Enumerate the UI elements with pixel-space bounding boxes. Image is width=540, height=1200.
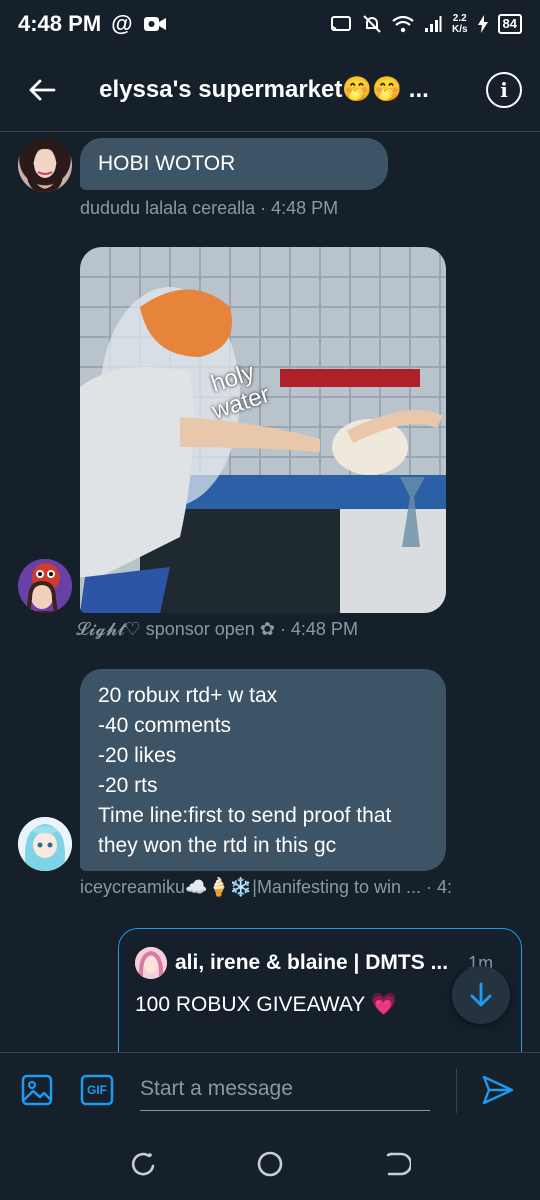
home-circle-icon [257, 1151, 283, 1177]
message-bubble[interactable]: HOBI WOTOR [80, 138, 388, 190]
network-speed: 2.2 K/s [452, 13, 468, 35]
info-button[interactable]: i [486, 71, 522, 108]
avatar[interactable] [18, 559, 72, 613]
back-button[interactable] [0, 48, 84, 132]
status-time: 4:48 PM [18, 11, 102, 36]
add-gif-button[interactable]: GIF [80, 1073, 114, 1107]
composer-divider [456, 1069, 457, 1113]
shared-tweet-author: ali, irene & blaine | DMTS ... [175, 951, 449, 974]
battery-level: 84 [497, 14, 522, 34]
at-icon: @ [111, 11, 133, 36]
status-bar: 4:48 PM @ 2.2 K/s 84 [0, 0, 540, 48]
recents-button[interactable] [123, 1144, 163, 1184]
avatar[interactable] [18, 817, 72, 871]
recents-icon [132, 1152, 155, 1176]
message-input[interactable] [140, 1067, 430, 1111]
message-meta: dududu lalala cerealla · 4:48 PM [80, 198, 339, 218]
message-meta: 𝓛𝓲𝓰𝓱𝓽♡ sponsor open ✿ · 4:48 PM [76, 619, 358, 639]
wifi-icon [392, 15, 414, 33]
image-icon [21, 1074, 53, 1106]
message-list[interactable]: HOBI WOTOR dududu lalala cerealla · 4:48… [0, 132, 540, 1052]
shared-tweet-text: 100 ROBUX GIVEAWAY 💗 [135, 993, 397, 1016]
add-photo-button[interactable] [20, 1073, 54, 1107]
scroll-to-bottom-button[interactable] [452, 966, 510, 1024]
message-line: Time line:first to send proof that [98, 804, 392, 827]
info-icon: i [500, 77, 508, 102]
avatar[interactable] [18, 138, 72, 192]
message-line: -20 likes [98, 744, 177, 767]
arrow-down-icon [470, 982, 492, 1007]
video-camera-icon [143, 15, 167, 33]
charging-icon [477, 15, 488, 33]
avatar [135, 947, 167, 979]
message-image[interactable]: holy water [80, 247, 446, 613]
message-composer: GIF [0, 1052, 540, 1128]
bell-muted-icon [362, 14, 382, 34]
conversation-title[interactable]: elyssa's supermarket🤭🤭 ... [84, 75, 444, 104]
system-nav-bar [0, 1128, 540, 1200]
speed-value: 2.2 [452, 13, 467, 24]
message-line: they won the rtd in this gc [98, 834, 337, 857]
signal-icon [424, 15, 442, 33]
arrow-left-icon [29, 79, 56, 100]
send-icon [482, 1075, 514, 1105]
home-button[interactable] [250, 1144, 290, 1184]
message-line: -40 comments [98, 714, 232, 737]
cast-icon [330, 15, 352, 33]
message-line: -20 rts [98, 774, 158, 797]
send-button[interactable] [480, 1073, 516, 1107]
back-nav-button[interactable] [377, 1144, 417, 1184]
speed-unit: K/s [451, 24, 468, 35]
message-line: 20 robux rtd+ w tax [98, 684, 278, 707]
gif-label: GIF [87, 1083, 107, 1097]
shared-tweet-header: ali, irene & blaine | DMTS ... 1m [135, 947, 505, 979]
message-text: HOBI WOTOR [98, 152, 236, 175]
message-meta: iceycreamiku☁️🍦❄️|Manifesting to win ...… [80, 877, 453, 897]
message-bubble[interactable]: 20 robux rtd+ w tax -40 comments -20 lik… [80, 669, 446, 871]
back-nav-icon [386, 1152, 411, 1176]
conversation-header: elyssa's supermarket🤭🤭 ... i [0, 48, 540, 132]
